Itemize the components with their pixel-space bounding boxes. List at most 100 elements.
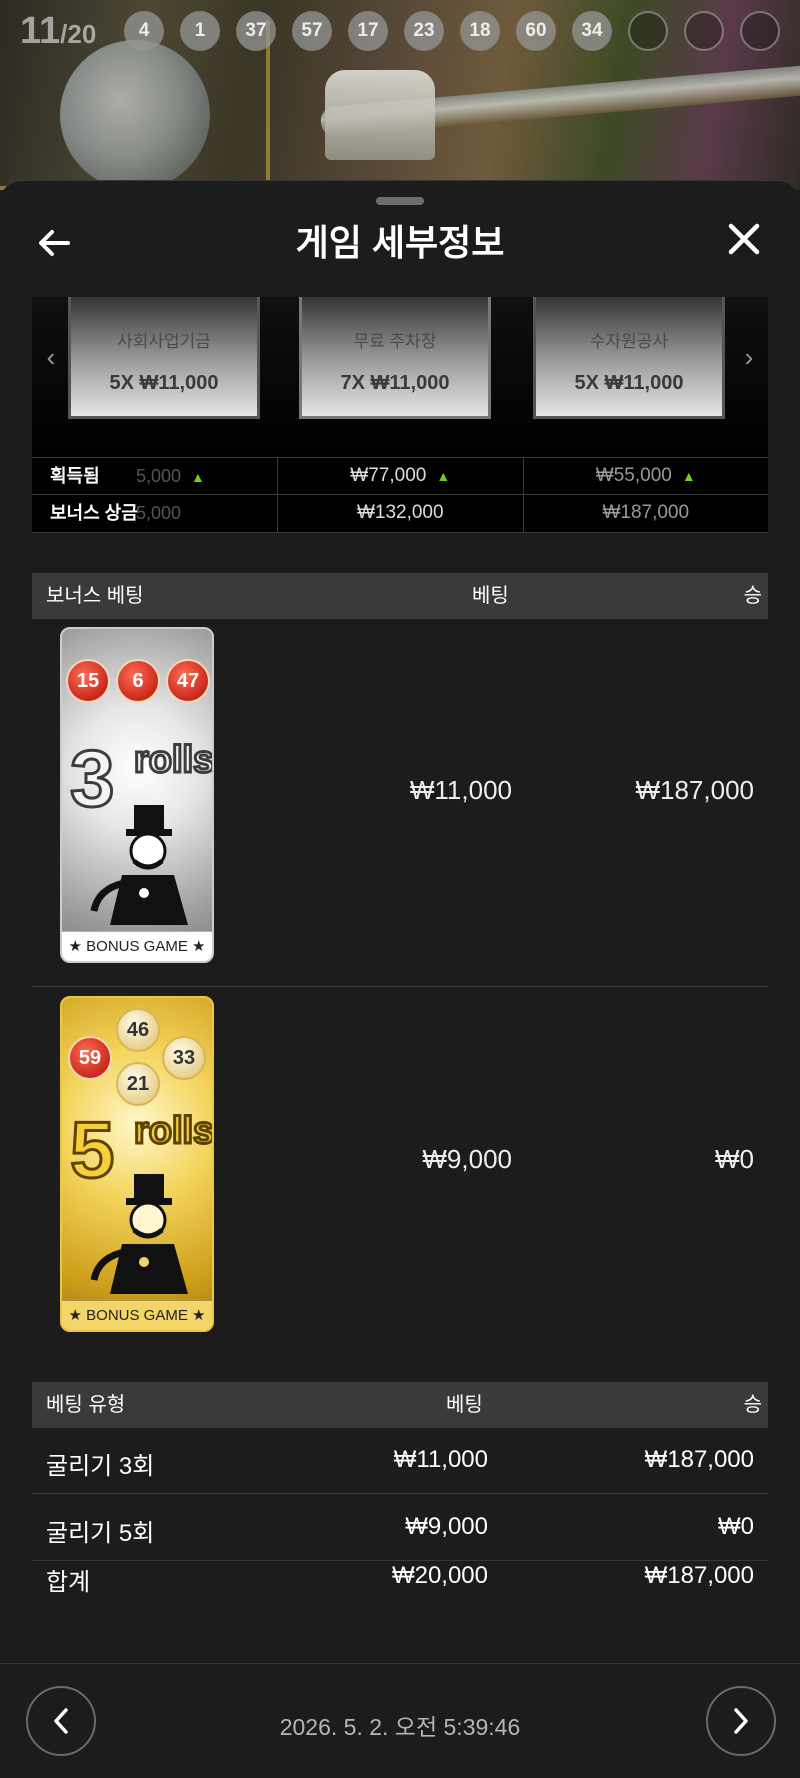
history-ball: 37 <box>236 11 276 51</box>
total-label: 합계 <box>46 1569 91 1596</box>
col-bet: 베팅 <box>446 1394 483 1416</box>
history-ball: 1 <box>180 11 220 51</box>
won-value: ₩55,000 ▲ <box>524 458 769 494</box>
ticket-ball: 21 <box>116 1062 160 1106</box>
bonus-partial-value: 5,000 <box>136 503 182 523</box>
tycoon-mascot-icon <box>90 805 188 925</box>
col-win: 승 <box>743 585 762 607</box>
rolls-word: rolls <box>132 1110 214 1152</box>
history-ball: 34 <box>572 11 612 51</box>
bet-type-table-header: 베팅 유형 베팅 승 <box>32 1382 768 1428</box>
property-card: 수자원공사 5X ₩11,000 <box>533 297 725 419</box>
ticket-ball: 15 <box>66 659 110 703</box>
ticket-ball: 6 <box>116 659 160 703</box>
won-value: ₩77,000 ▲ <box>278 458 524 494</box>
property-carousel[interactable]: 사회사업기금 5X ₩11,000 무료 주차장 7X ₩11,000 수자원공… <box>32 297 768 457</box>
won-partial-text: 5,000 <box>136 466 182 486</box>
close-icon <box>728 223 760 255</box>
table-row: 굴리기 5회 ₩9,000 ₩0 <box>32 1495 768 1561</box>
property-multiplier: 5X ₩11,000 <box>109 372 219 394</box>
history-ball: 60 <box>516 11 556 51</box>
col-bonus-bet: 보너스 베팅 <box>46 585 144 607</box>
bet-type: 굴리기 3회 <box>46 1453 155 1480</box>
total-bet: ₩20,000 <box>391 1562 488 1589</box>
next-round-button[interactable] <box>706 1686 776 1756</box>
round-navigation: 2026. 5. 2. 오전 5:39:46 <box>0 1663 800 1778</box>
won-partial-value: 5,000 ▲ <box>136 458 205 495</box>
property-name: 수자원공사 <box>589 332 669 351</box>
round-current: 11 <box>20 10 61 52</box>
bonus-table-header: 보너스 베팅 베팅 승 <box>32 573 768 619</box>
close-button[interactable] <box>722 221 766 265</box>
bonus-win-amount: ₩187,000 <box>635 775 754 805</box>
col-bet-type: 베팅 유형 <box>46 1394 126 1416</box>
bet-amount: ₩9,000 <box>405 1513 488 1540</box>
ticket-ball: 59 <box>68 1036 112 1080</box>
carousel-prev-button[interactable]: ‹ <box>36 337 66 377</box>
table-row: 굴리기 3회 ₩11,000 ₩187,000 <box>32 1428 768 1494</box>
won-value-text: ₩55,000 <box>595 465 672 486</box>
bonus-game-label: ★ BONUS GAME ★ <box>62 1300 212 1330</box>
chevron-left-icon: ‹ <box>46 342 56 372</box>
up-arrow-icon: ▲ <box>191 469 205 485</box>
round-total: /20 <box>60 19 97 49</box>
bonus-game-label: ★ BONUS GAME ★ <box>62 931 212 961</box>
property-card: 사회사업기금 5X ₩11,000 <box>68 297 260 419</box>
win-amount: ₩0 <box>718 1513 754 1540</box>
bonus-bet-amount: ₩9,000 <box>422 1144 512 1174</box>
game-details-sheet: 게임 세부정보 사회사업기금 5X ₩11,000 무료 주차장 7X ₩11,… <box>0 180 800 1778</box>
bonus-ticket-5-rolls: 46 59 33 21 5 rolls ★ BONUS GAME ★ <box>60 996 214 1332</box>
won-row: 획득됨 5,000 ▲ ₩77,000 ▲ ₩55,000 ▲ <box>32 457 768 495</box>
bonus-bet-amount: ₩11,000 <box>409 775 512 805</box>
property-card: 무료 주차장 7X ₩11,000 <box>299 297 491 419</box>
won-value-text: ₩77,000 <box>350 465 427 486</box>
win-amount: ₩187,000 <box>644 1446 754 1473</box>
bonus-prize-label: 보너스 상금 5,000 <box>32 495 278 532</box>
ticket-ball: 46 <box>116 1008 160 1052</box>
bonus-ticket-3-rolls: 15 6 47 3 rolls ★ BONUS GAME ★ <box>60 627 214 963</box>
col-win: 승 <box>743 1394 762 1416</box>
up-arrow-icon: ▲ <box>681 468 696 484</box>
bonus-prize-value: ₩187,000 <box>602 502 690 523</box>
up-arrow-icon: ▲ <box>436 468 451 484</box>
round-timestamp: 2026. 5. 2. 오전 5:39:46 <box>279 1714 521 1740</box>
chevron-right-icon <box>734 1708 748 1734</box>
bonus-row: 15 6 47 3 rolls ★ BONUS GAME ★ ₩11,000 ₩… <box>32 627 768 987</box>
won-label: 획득됨 5,000 ▲ <box>32 458 278 494</box>
history-ball-empty <box>628 11 668 51</box>
round-counter: 11/20 <box>20 10 96 53</box>
property-multiplier: 7X ₩11,000 <box>340 372 450 394</box>
bonus-prize-row: 보너스 상금 5,000 ₩132,000 ₩187,000 <box>32 495 768 533</box>
history-ball: 17 <box>348 11 388 51</box>
property-name: 사회사업기금 <box>117 332 211 351</box>
ball-dome <box>60 40 210 190</box>
property-multiplier: 5X ₩11,000 <box>574 372 684 394</box>
col-bet: 베팅 <box>472 585 509 607</box>
bonus-prize-value: ₩132,000 <box>278 495 524 532</box>
history-ball-empty <box>740 11 780 51</box>
property-name: 무료 주차장 <box>353 332 437 351</box>
machine-head <box>325 70 435 160</box>
history-ball-empty <box>684 11 724 51</box>
bet-amount: ₩11,000 <box>393 1446 488 1473</box>
history-ball: 23 <box>404 11 444 51</box>
won-label-text: 획득됨 <box>50 466 100 486</box>
winnings-summary: 획득됨 5,000 ▲ ₩77,000 ▲ ₩55,000 ▲ 보너스 상금 5,00… <box>32 457 768 533</box>
rolls-word: rolls <box>132 739 214 781</box>
ticket-ball: 47 <box>166 659 210 703</box>
bonus-row: 46 59 33 21 5 rolls ★ BONUS GAME ★ ₩9,00… <box>32 996 768 1356</box>
chevron-right-icon: › <box>744 342 754 372</box>
bonus-win-amount: ₩0 <box>715 1144 754 1174</box>
total-win: ₩187,000 <box>644 1562 754 1589</box>
bonus-prize-label-text: 보너스 상금 <box>50 503 138 523</box>
carousel-next-button[interactable]: › <box>734 337 764 377</box>
total-row: 합계 ₩20,000 ₩187,000 <box>32 1562 768 1614</box>
sheet-drag-handle[interactable] <box>376 197 424 205</box>
drawn-balls-history: 4 1 37 57 17 23 18 60 34 <box>124 11 780 51</box>
history-ball: 18 <box>460 11 500 51</box>
live-game-background: 11/20 4 1 37 57 17 23 18 60 34 <box>0 0 800 190</box>
ticket-ball: 33 <box>162 1036 206 1080</box>
history-ball: 57 <box>292 11 332 51</box>
sheet-title: 게임 세부정보 <box>295 222 505 263</box>
bet-type: 굴리기 5회 <box>46 1520 155 1547</box>
